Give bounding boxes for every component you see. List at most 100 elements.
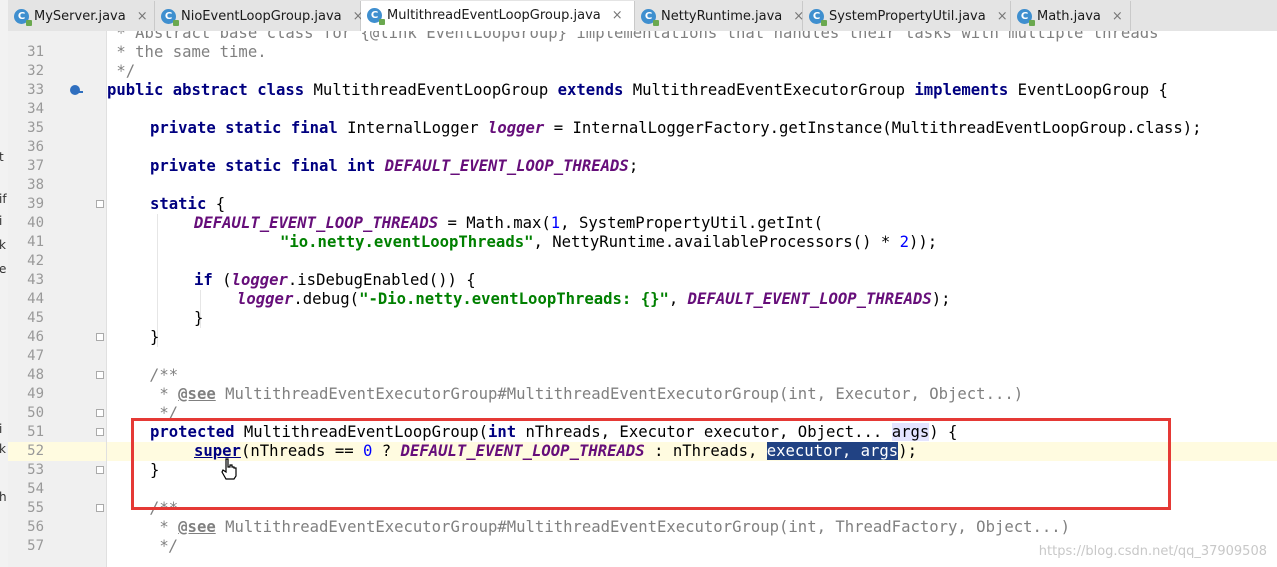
tab-math[interactable]: C Math.java × [1011,1,1131,31]
line-number: 31 [27,44,44,60]
gutter-line: 36 [8,138,106,157]
line-number: 55 [27,500,44,516]
class-icon: C [641,8,659,26]
panel-letter: h [0,490,7,504]
gutter-line: 42 [8,252,106,271]
gutter-line: 38 [8,176,106,195]
editor-tab-bar: C MyServer.java × C NioEventLoopGroup.ja… [8,0,1277,32]
fold-icon[interactable] [96,371,104,379]
line-number: 40 [27,215,44,231]
line-number: 50 [27,405,44,421]
code-line: * @see MultithreadEventExecutorGroup#Mul… [150,518,1071,536]
line-number: 33 [27,82,44,98]
gutter-line: 47 [8,347,106,366]
code-line: } [150,328,160,346]
code-line: DEFAULT_EVENT_LOOP_THREADS = Math.max(1,… [194,214,824,232]
gutter-line: 56 [8,518,106,537]
code-line: * Abstract base class for {@link EventLo… [107,31,1159,42]
code-line: static { [150,195,226,213]
gutter-line: 53 [8,461,106,480]
panel-letter: t [0,150,4,164]
panel-letter: if [0,192,7,206]
fold-icon[interactable] [96,200,104,208]
tab-multithreadeventloopgroup[interactable]: C MultithreadEventLoopGroup.java × [361,1,635,31]
line-number: 57 [27,538,44,554]
gutter-line: 57 [8,537,106,556]
line-number: 54 [27,481,44,497]
tab-label: SystemPropertyUtil.java [829,8,986,24]
gutter-line: 46 [8,328,106,347]
code-line: logger.debug("-Dio.netty.eventLoopThread… [237,290,951,308]
line-number: 45 [27,310,44,326]
line-number: 32 [27,63,44,79]
code-line: */ [107,62,136,80]
fold-icon[interactable] [96,466,104,474]
tab-systempropertyutil[interactable]: C SystemPropertyUtil.java × [803,1,1011,31]
tab-nettyruntime[interactable]: C NettyRuntime.java × [635,1,804,31]
line-number: 49 [27,386,44,402]
line-number: 47 [27,348,44,364]
line-number: 36 [27,139,44,155]
tab-myserver[interactable]: C MyServer.java × [8,1,155,31]
gutter-line: 40 [8,214,106,233]
line-number: 42 [27,253,44,269]
line-number: 46 [27,329,44,345]
gutter-line: 51 [8,423,106,442]
fold-icon[interactable] [96,333,104,341]
code-line: * the same time. [107,43,267,61]
code-line: /** [150,366,179,384]
close-icon[interactable]: × [137,9,148,24]
line-number: 38 [27,177,44,193]
code-line: "io.netty.eventLoopThreads", NettyRuntim… [280,233,938,251]
tab-label: MyServer.java [34,8,126,24]
close-icon[interactable]: × [1112,9,1123,24]
line-number: 44 [27,291,44,307]
line-number: 39 [27,196,44,212]
gutter-line: 41 [8,233,106,252]
gutter-line: 32 [8,62,106,81]
line-number: 52 [27,443,44,459]
class-icon: C [161,8,179,26]
editor-gutter[interactable]: 31 32 33 34 35 36 37 38 39 40 41 42 43 4… [8,31,107,567]
code-line: private static final InternalLogger logg… [150,119,1202,137]
fold-icon[interactable] [96,428,104,436]
fold-icon[interactable] [96,504,104,512]
gutter-line: 45 [8,309,106,328]
gutter-line: 35 [8,119,106,138]
gutter-line: 52 [8,442,106,461]
panel-letter: k [0,238,6,252]
close-icon[interactable]: × [612,8,623,23]
tab-label: Math.java [1037,8,1101,24]
gutter-line: 55 [8,499,106,518]
gutter-line: 39 [8,195,106,214]
gutter-line: 49 [8,385,106,404]
annotation-highlight-box [131,418,1171,510]
fold-icon[interactable] [96,409,104,417]
gutter-line: 34 [8,100,106,119]
code-line: private static final int DEFAULT_EVENT_L… [150,157,639,175]
line-number: 35 [27,120,44,136]
line-number: 34 [27,101,44,117]
class-icon: C [1017,8,1035,26]
panel-letter: i [0,214,3,228]
gutter-line: 54 [8,480,106,499]
code-line: if (logger.isDebugEnabled()) { [194,271,476,289]
code-line: public abstract class MultithreadEventLo… [107,81,1168,99]
line-number: 56 [27,519,44,535]
watermark: https://blog.csdn.net/qq_37909508 [1038,544,1267,559]
gutter-line: 31 [8,43,106,62]
tab-label: NettyRuntime.java [661,8,783,24]
close-icon[interactable]: × [997,9,1008,24]
hand-cursor-icon [221,458,237,480]
class-icon: C [367,8,385,25]
line-number: 43 [27,272,44,288]
gutter-line: 43 [8,271,106,290]
line-number: 48 [27,367,44,383]
code-line: } [194,309,204,327]
tab-label: NioEventLoopGroup.java [181,8,342,24]
panel-letter: k [0,442,6,456]
line-number: 41 [27,234,44,250]
line-number: 51 [27,424,44,440]
tab-nioeventloopgroup[interactable]: C NioEventLoopGroup.java × [155,1,364,31]
implements-marker-icon[interactable] [70,85,83,95]
